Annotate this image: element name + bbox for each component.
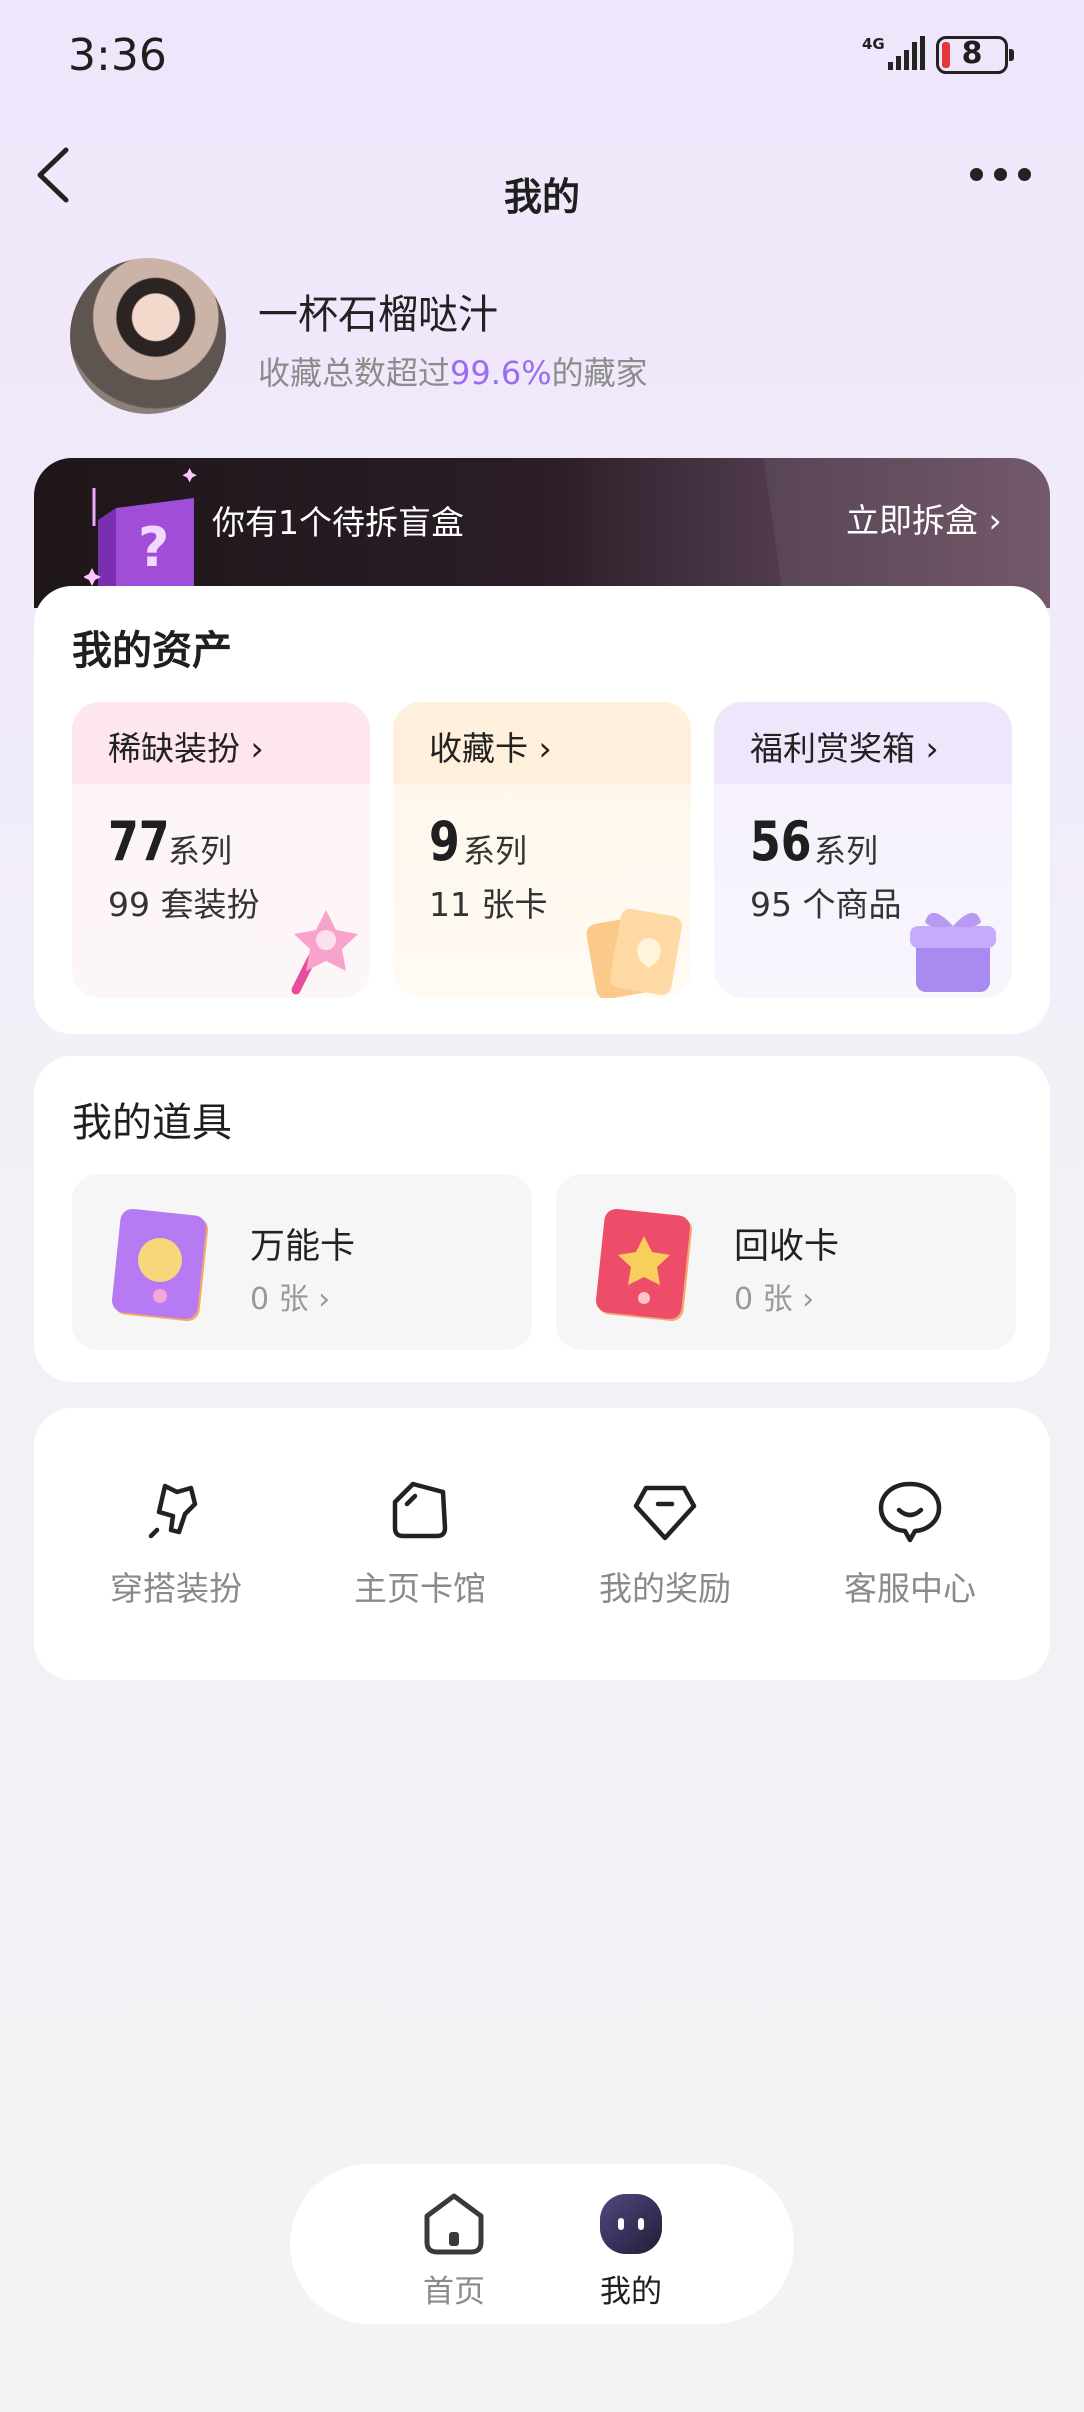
recycle-card-icon	[595, 1208, 693, 1322]
reward-icon	[633, 1485, 697, 1541]
nav-item-mine[interactable]: 我的	[561, 2192, 701, 2311]
asset-count: 9	[429, 810, 460, 873]
tool-count[interactable]: 0 张 ›	[250, 1274, 330, 1318]
battery-level: 8	[961, 36, 983, 71]
menu-item-service[interactable]: 客服中心	[810, 1478, 1010, 1628]
tools-title: 我的道具	[72, 1100, 232, 1146]
menu-item-card-hall[interactable]: 主页卡馆	[320, 1478, 520, 1628]
tool-count[interactable]: 0 张 ›	[734, 1274, 814, 1318]
tool-recycle-card[interactable]: 回收卡 0 张 ›	[556, 1174, 1016, 1350]
svg-text:?: ?	[138, 516, 169, 579]
tool-name: 回收卡	[734, 1227, 840, 1267]
more-options-button[interactable]	[960, 150, 1040, 198]
home-icon	[424, 2193, 484, 2255]
username: 一杯石榴哒汁	[258, 292, 498, 338]
avatar[interactable]	[70, 258, 226, 414]
asset-sub: 99 套装扮	[108, 885, 260, 924]
asset-count: 56	[750, 810, 812, 873]
assets-title: 我的资产	[72, 628, 232, 674]
page-title: 我的	[503, 175, 580, 219]
blind-box-text: 你有1个待拆盲盒	[212, 503, 464, 542]
menu-item-outfit[interactable]: 穿搭装扮	[76, 1478, 276, 1628]
asset-collection-cards[interactable]: 收藏卡 › 9 系列 11 张卡	[393, 702, 691, 998]
asset-label: 收藏卡 ›	[429, 729, 552, 768]
asset-welfare-box[interactable]: 福利赏奖箱 › 56 系列 95 个商品	[714, 702, 1012, 998]
asset-label: 稀缺装扮 ›	[108, 729, 264, 768]
collector-rank-text: 收藏总数超过99.6%的藏家	[258, 354, 648, 392]
service-icon	[878, 1481, 942, 1543]
nav-item-home[interactable]: 首页	[384, 2192, 524, 2311]
status-time: 3:36	[68, 30, 167, 81]
bottom-nav	[290, 2164, 794, 2324]
asset-rare-outfits[interactable]: 稀缺装扮 › 77 系列 99 套装扮	[72, 702, 370, 998]
asset-sub: 95 个商品	[750, 885, 902, 924]
tool-universal-card[interactable]: 万能卡 0 张 ›	[72, 1174, 532, 1350]
gift-box-icon	[910, 912, 996, 992]
asset-unit: 系列	[463, 832, 528, 870]
asset-label: 福利赏奖箱 ›	[750, 729, 939, 768]
tool-name: 万能卡	[250, 1227, 356, 1267]
mine-icon	[600, 2194, 662, 2254]
card-hall-icon	[392, 1481, 448, 1539]
asset-unit: 系列	[814, 832, 879, 870]
cards-icon	[586, 908, 682, 998]
collector-percent: 99.6%	[450, 354, 552, 392]
star-wand-icon	[291, 910, 358, 995]
open-box-button[interactable]: 立即拆盒 ›	[846, 494, 1002, 542]
asset-unit: 系列	[168, 832, 233, 870]
signal-icon: 4G	[862, 35, 925, 70]
asset-sub: 11 张卡	[429, 885, 548, 924]
mystery-box-icon: ?	[84, 468, 197, 598]
universal-card-icon	[111, 1208, 209, 1322]
asset-count: 77	[108, 810, 170, 873]
battery-icon: 8	[936, 36, 1014, 74]
outfit-icon	[148, 1483, 198, 1539]
menu-item-rewards[interactable]: 我的奖励	[565, 1478, 765, 1628]
svg-text:4G: 4G	[862, 35, 885, 53]
